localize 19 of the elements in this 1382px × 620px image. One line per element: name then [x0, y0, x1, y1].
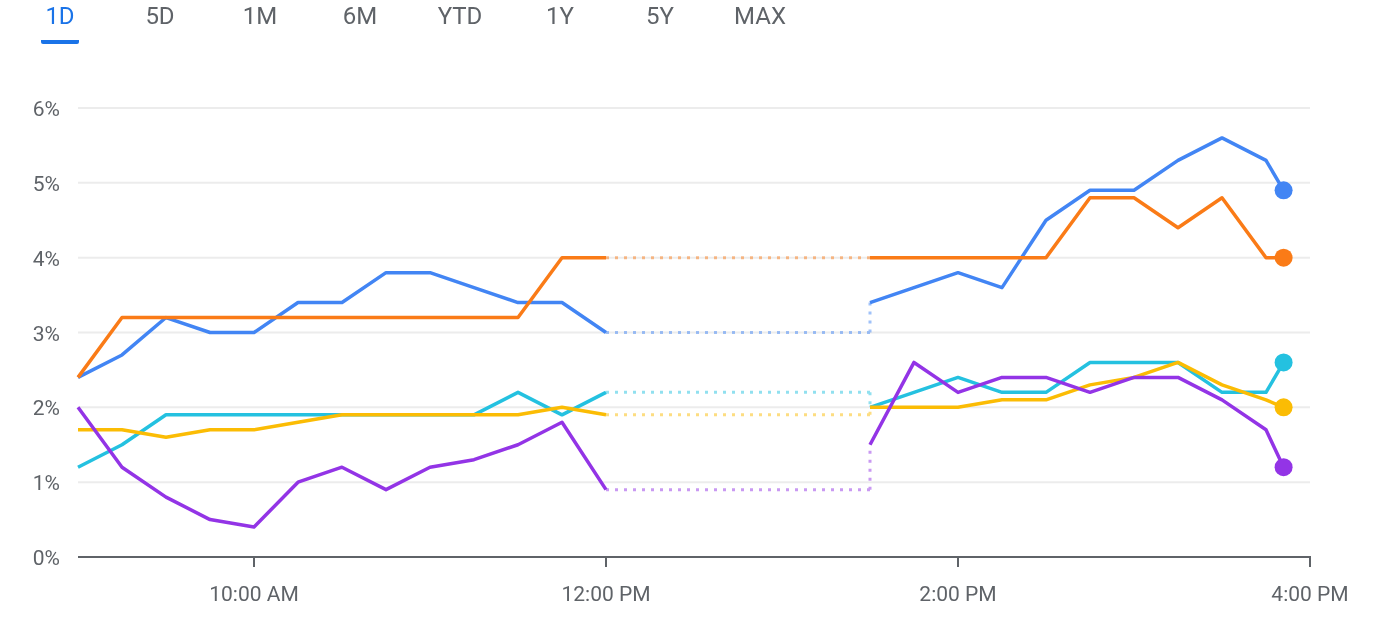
range-tab[interactable]: 5D: [110, 0, 210, 52]
axis-label: 2:00 PM: [919, 582, 997, 606]
axis-label: 6%: [32, 97, 60, 121]
range-tab[interactable]: 5Y: [610, 0, 710, 52]
range-tab[interactable]: MAX: [710, 0, 810, 52]
range-tab[interactable]: 1Y: [510, 0, 610, 52]
axis-label: 1%: [32, 471, 60, 496]
axis-label: 4:00 PM: [1271, 582, 1349, 606]
range-tab[interactable]: 1M: [210, 0, 310, 52]
range-tab[interactable]: YTD: [410, 0, 510, 52]
axis-label: 5%: [32, 171, 60, 196]
range-tab[interactable]: 6M: [310, 0, 410, 52]
axis-label: 3%: [32, 321, 60, 346]
axis-label: 10:00 AM: [209, 582, 299, 606]
axis-label: 4%: [32, 246, 60, 271]
axis-label: 0%: [32, 546, 60, 570]
axis-label: 2%: [32, 396, 60, 421]
range-tab[interactable]: 1D: [10, 0, 110, 52]
axis-label: 12:00 PM: [561, 582, 651, 606]
